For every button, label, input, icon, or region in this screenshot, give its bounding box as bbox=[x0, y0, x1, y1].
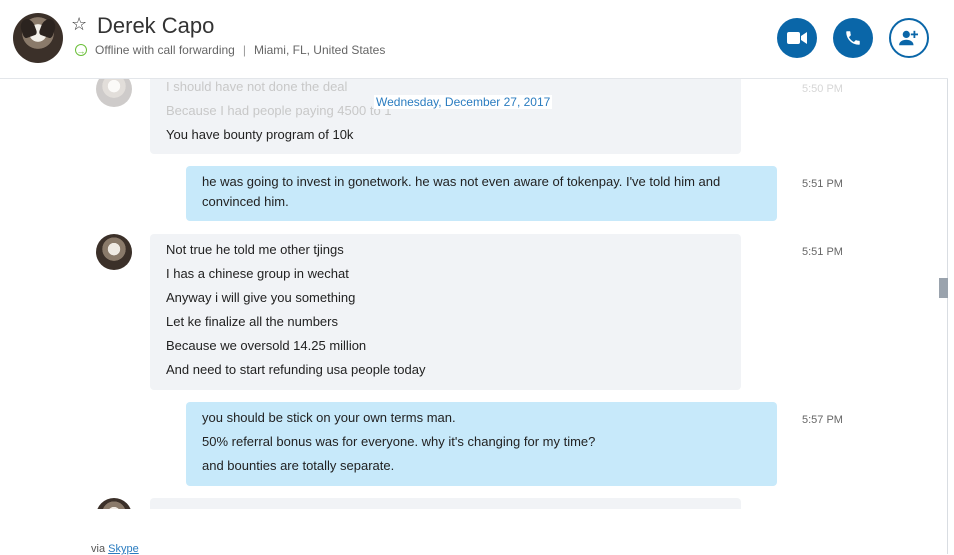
conversation-header: ☆ Derek Capo → Offline with call forward… bbox=[0, 0, 948, 79]
incoming-message-bubble[interactable]: Not true he told me other tjings I has a… bbox=[150, 234, 741, 390]
message-text: you should be stick on your own terms ma… bbox=[202, 410, 456, 425]
footer-via: via Skype bbox=[91, 543, 139, 555]
phone-icon bbox=[846, 31, 860, 45]
contact-name[interactable]: Derek Capo bbox=[97, 13, 214, 39]
message-avatar[interactable] bbox=[96, 79, 132, 107]
incoming-message-bubble[interactable] bbox=[150, 498, 741, 509]
message-text: And need to start refunding usa people t… bbox=[166, 362, 426, 377]
message-text: Anyway i will give you something bbox=[166, 290, 356, 305]
via-label: via bbox=[91, 543, 106, 555]
message-avatar[interactable] bbox=[96, 234, 132, 270]
message-text: Let ke finalize all the numbers bbox=[166, 314, 338, 329]
scrollbar-track[interactable] bbox=[947, 0, 954, 554]
star-icon[interactable]: ☆ bbox=[71, 15, 87, 35]
status-separator: | bbox=[242, 43, 246, 57]
audio-call-button[interactable] bbox=[833, 18, 873, 58]
message-avatar[interactable] bbox=[96, 498, 132, 509]
message-text: I has a chinese group in wechat bbox=[166, 266, 349, 281]
outgoing-message-bubble[interactable]: he was going to invest in gonetwork. he … bbox=[186, 166, 777, 221]
status-text: Offline with call forwarding bbox=[95, 43, 235, 57]
location-text: Miami, FL, United States bbox=[253, 43, 386, 57]
video-call-button[interactable] bbox=[777, 18, 817, 58]
call-forward-icon: → bbox=[75, 44, 87, 56]
message-text: Because we oversold 14.25 million bbox=[166, 338, 367, 353]
message-text: 50% referral bonus was for everyone. why… bbox=[202, 434, 596, 449]
outgoing-message-bubble[interactable]: you should be stick on your own terms ma… bbox=[186, 402, 777, 486]
status-row: → Offline with call forwarding | Miami, … bbox=[75, 43, 385, 57]
incoming-message-bubble[interactable]: I should have not done the deal Because … bbox=[150, 79, 741, 154]
date-separator: Wednesday, December 27, 2017 bbox=[374, 95, 553, 109]
add-person-icon bbox=[899, 30, 918, 46]
message-time: 5:51 PM bbox=[802, 246, 843, 258]
video-camera-icon bbox=[787, 32, 807, 44]
message-text: Not true he told me other tjings bbox=[166, 242, 344, 257]
contact-avatar[interactable] bbox=[13, 13, 63, 63]
add-participant-button[interactable] bbox=[889, 18, 929, 58]
message-time: 5:51 PM bbox=[802, 178, 843, 190]
scrollbar-thumb[interactable] bbox=[939, 278, 948, 298]
message-time: 5:50 PM bbox=[802, 83, 843, 95]
message-text: and bounties are totally separate. bbox=[202, 458, 395, 473]
message-list[interactable]: 5:50 PM I should have not done the deal … bbox=[0, 79, 946, 509]
message-time: 5:57 PM bbox=[802, 414, 843, 426]
skype-link[interactable]: Skype bbox=[108, 543, 139, 555]
message-text: You have bounty program of 10k bbox=[166, 127, 354, 142]
message-text: he was going to invest in gonetwork. he … bbox=[202, 174, 721, 209]
